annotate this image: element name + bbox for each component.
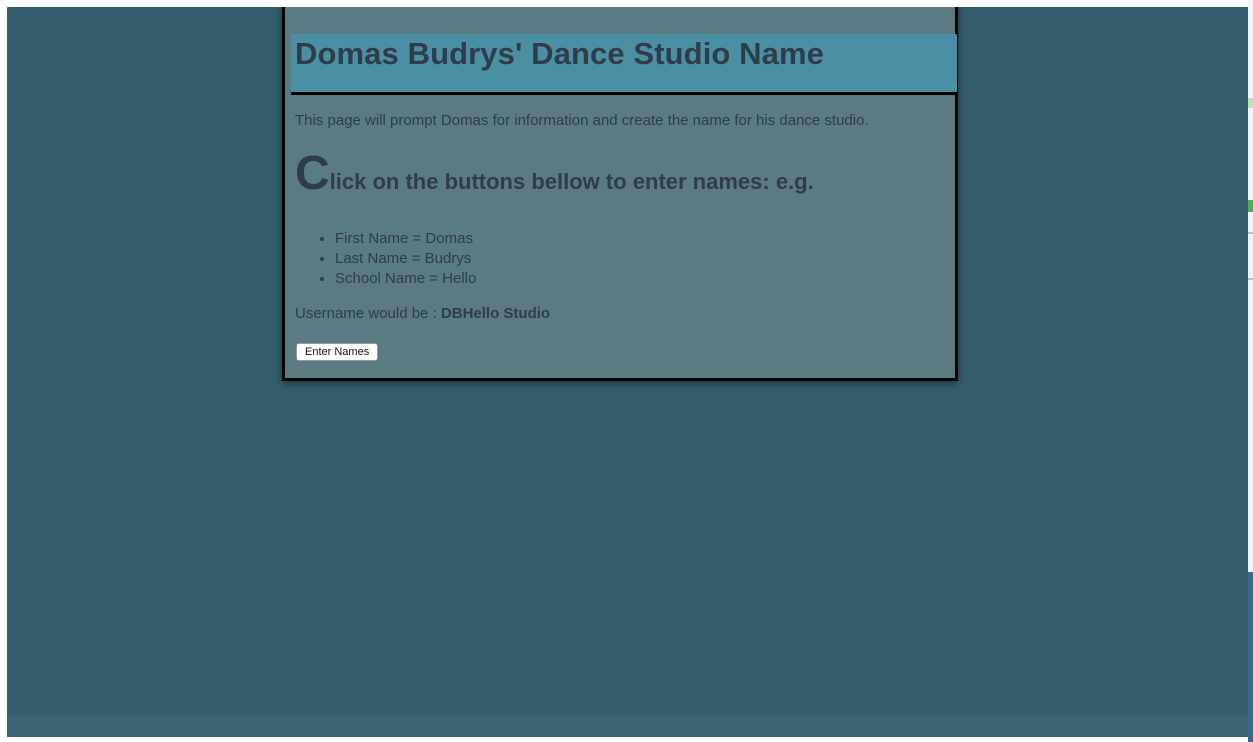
edge-divider: [1248, 232, 1253, 234]
instruction-text: lick on the buttons bellow to enter name…: [329, 169, 814, 194]
scrollbar-edge[interactable]: [1248, 0, 1253, 742]
list-item: First Name = Domas: [335, 229, 476, 249]
enter-names-button[interactable]: Enter Names: [296, 343, 379, 361]
title-bar: Domas Budrys' Dance Studio Name: [291, 34, 957, 95]
example-list: First Name = Domas Last Name = Budrys Sc…: [315, 229, 476, 289]
username-example: Username would be : DBHello Studio: [295, 305, 550, 322]
username-label: Username would be :: [295, 305, 441, 322]
browser-viewport: Domas Budrys' Dance Studio Name This pag…: [7, 7, 1248, 737]
instruction-dropcap: C: [295, 147, 330, 200]
content-panel: Domas Budrys' Dance Studio Name This pag…: [282, 7, 958, 381]
bottom-band: [7, 715, 1248, 737]
edge-block: [1248, 572, 1253, 742]
edge-divider: [1248, 278, 1253, 280]
list-item: Last Name = Budrys: [335, 249, 476, 269]
page-title: Domas Budrys' Dance Studio Name: [295, 36, 824, 71]
edge-highlight: [1248, 98, 1253, 108]
username-value: DBHello Studio: [440, 305, 551, 322]
intro-text: This page will prompt Domas for informat…: [295, 112, 869, 129]
list-item: School Name = Hello: [335, 269, 476, 289]
edge-marker: [1248, 200, 1253, 212]
instruction-heading: Click on the buttons bellow to enter nam…: [295, 150, 814, 198]
